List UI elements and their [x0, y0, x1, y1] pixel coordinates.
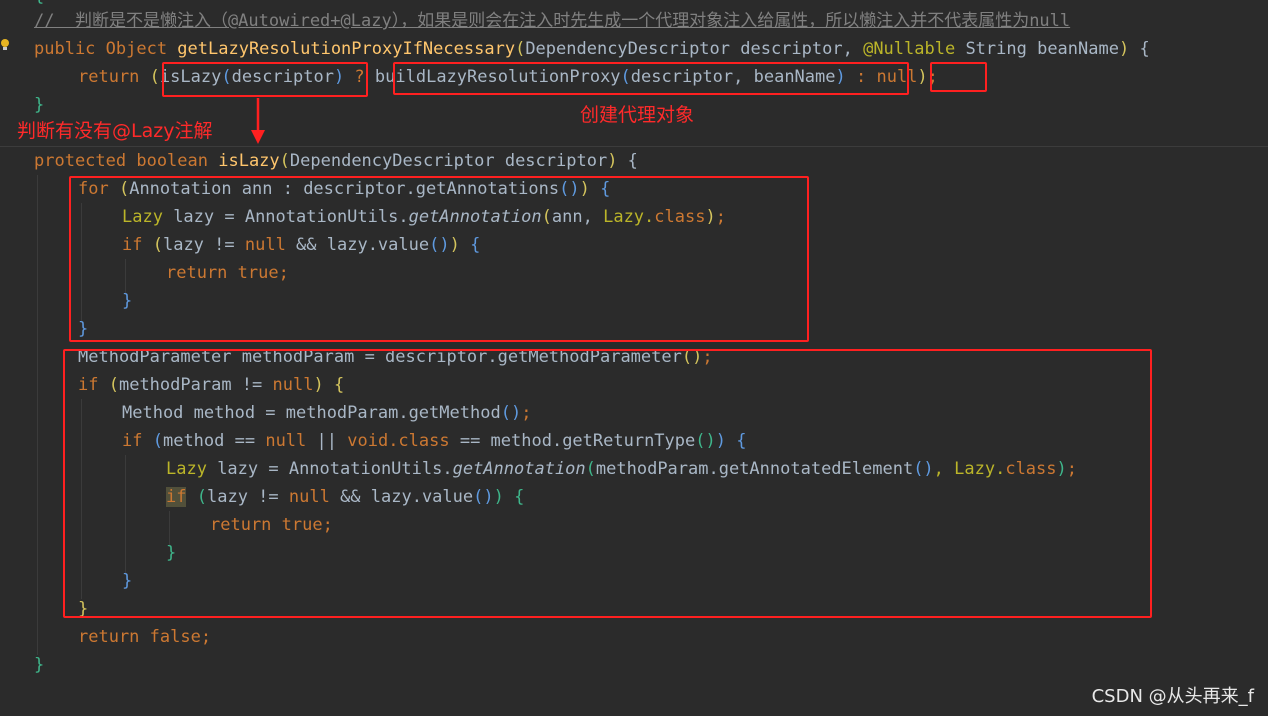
- code-editor[interactable]: { // 判断是不是懒注入（@Autowired+@Lazy），如果是则会在注入…: [0, 0, 1268, 716]
- highlight-islazy-call: [162, 62, 368, 97]
- note-create-proxy: 创建代理对象: [580, 104, 695, 126]
- watermark: CSDN @从头再来_f: [1091, 686, 1254, 707]
- cut-off-next-line: [0, 708, 1268, 716]
- method-signature-proxy: public Object getLazyResolutionProxyIfNe…: [34, 39, 1150, 59]
- note-lazy-check: 判断有没有@Lazy注解: [17, 120, 213, 142]
- code-comment: // 判断是不是懒注入（@Autowired+@Lazy），如果是则会在注入时先…: [34, 11, 1071, 31]
- lightbulb-icon[interactable]: [0, 38, 10, 52]
- method-close-brace: }: [34, 655, 45, 675]
- highlight-null: [930, 62, 987, 92]
- return-false-line: return false;: [78, 627, 212, 647]
- method-close-brace: }: [34, 95, 45, 115]
- highlight-annotation-loop: [69, 176, 809, 342]
- highlight-build-proxy-call: [393, 62, 909, 95]
- highlight-method-param-block: [63, 349, 1152, 618]
- method-signature-islazy: protected boolean isLazy(DependencyDescr…: [34, 151, 638, 171]
- indent-guide: [37, 175, 38, 655]
- down-arrow-icon: [251, 98, 265, 144]
